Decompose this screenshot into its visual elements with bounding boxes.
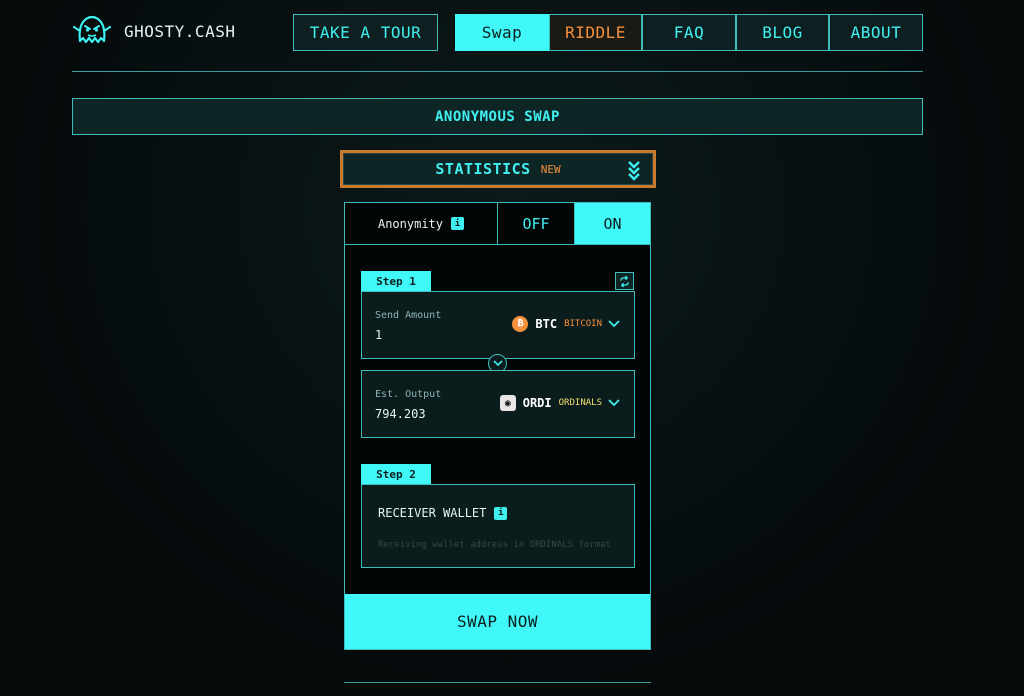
est-output-field[interactable]: Est. Output 794.203 ◉ ORDI ORDINALS — [361, 370, 635, 438]
chevron-down-icon — [608, 320, 620, 328]
est-output-label: Est. Output — [375, 389, 442, 400]
nav-take-a-tour[interactable]: TAKE A TOUR — [293, 14, 438, 51]
anonymity-text: Anonymity — [377, 216, 444, 231]
receiver-wallet-text: RECEIVER WALLET — [378, 506, 487, 520]
nav-about[interactable]: ABOUT — [829, 14, 923, 51]
send-amount-label: Send Amount — [375, 310, 442, 321]
anonymity-on-button[interactable]: ON — [575, 203, 650, 244]
ghost-icon — [72, 15, 112, 44]
footer-divider — [344, 682, 651, 683]
step-1-tab: Step 1 — [361, 271, 431, 291]
send-amount-field[interactable]: Send Amount 1 ₿ BTC BITCOIN — [361, 291, 635, 359]
header-divider — [72, 71, 923, 72]
step-2-tab: Step 2 — [361, 464, 431, 484]
anonymity-label: Anonymity i — [345, 203, 498, 244]
swap-now-button[interactable]: SWAP NOW — [345, 594, 650, 649]
nav-blog[interactable]: BLOG — [736, 14, 829, 51]
ordinals-icon: ◉ — [499, 395, 516, 411]
double-chevron-down-icon — [628, 161, 640, 181]
chevron-down-icon — [608, 399, 620, 407]
send-coin-selector[interactable]: ₿ BTC BITCOIN — [512, 315, 620, 333]
statistics-new-badge: NEW — [540, 162, 561, 176]
header: GHOSTY.CASH TAKE A TOUR Swap RIDDLE FAQ … — [72, 12, 923, 52]
refresh-button[interactable] — [615, 272, 634, 290]
send-amount-value[interactable]: 1 — [375, 328, 382, 342]
swap-card: Anonymity i OFF ON Step 1 Send Amount 1 … — [344, 202, 651, 650]
chevron-down-icon — [492, 360, 503, 367]
output-coin-selector[interactable]: ◉ ORDI ORDINALS — [499, 394, 620, 412]
receiver-wallet-field: RECEIVER WALLET i — [361, 484, 635, 568]
send-coin-symbol: BTC — [535, 317, 558, 331]
receiver-wallet-label: RECEIVER WALLET i — [378, 506, 508, 520]
anonymity-off-button[interactable]: OFF — [498, 203, 575, 244]
bitcoin-icon: ₿ — [512, 316, 529, 332]
nav-swap[interactable]: Swap — [455, 14, 549, 51]
statistics-toggle[interactable]: STATISTICS NEW — [340, 150, 656, 188]
statistics-label: STATISTICS — [435, 160, 531, 178]
nav-riddle[interactable]: RIDDLE — [549, 14, 642, 51]
anonymity-toggle-row: Anonymity i OFF ON — [345, 203, 650, 245]
refresh-icon — [620, 275, 629, 287]
logo[interactable]: GHOSTY.CASH — [72, 12, 235, 50]
brand-name: GHOSTY.CASH — [124, 21, 236, 41]
output-coin-symbol: ORDI — [522, 396, 552, 410]
send-coin-name: BITCOIN — [564, 319, 602, 329]
anonymous-swap-banner: ANONYMOUS SWAP — [72, 98, 923, 135]
receiver-wallet-input[interactable] — [378, 537, 622, 553]
info-icon[interactable]: i — [451, 217, 465, 230]
nav-faq[interactable]: FAQ — [642, 14, 736, 51]
output-coin-name: ORDINALS — [558, 398, 602, 408]
info-icon[interactable]: i — [494, 506, 508, 520]
est-output-value: 794.203 — [375, 407, 426, 421]
